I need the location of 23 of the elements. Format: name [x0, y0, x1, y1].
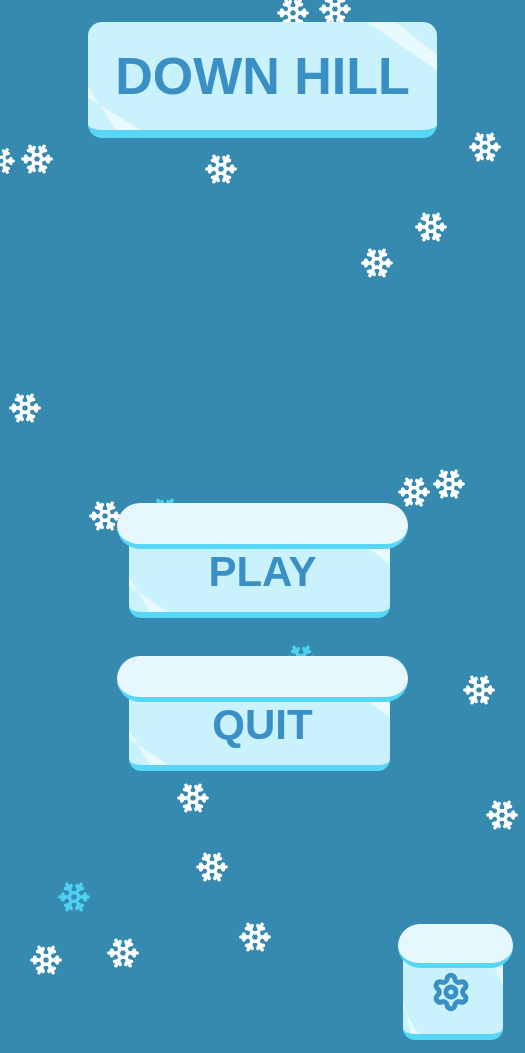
glare-streak [129, 577, 169, 612]
snowflake-icon [195, 850, 229, 884]
snowflake-icon [432, 467, 466, 501]
snowflake-icon [57, 880, 91, 914]
snowflake-icon [20, 142, 54, 176]
snowflake-icon [360, 246, 394, 280]
snowflake-icon [397, 475, 431, 509]
settings-button[interactable] [398, 924, 513, 1040]
snowflake-icon [29, 943, 63, 977]
snowflake-icon [238, 920, 272, 954]
glare-streak [403, 998, 418, 1034]
snowflake-icon [414, 210, 448, 244]
snowflake-icon [176, 781, 210, 815]
snowflake-icon [8, 391, 42, 425]
snowflake-icon [88, 499, 122, 533]
snowflake-icon [204, 152, 238, 186]
snowflake-icon [462, 673, 496, 707]
settings-icon [431, 972, 471, 1012]
game-title: DOWN HILL [115, 50, 410, 102]
snowflake-icon [468, 130, 502, 164]
snowflake-icon [106, 936, 140, 970]
snowflake-icon [485, 798, 519, 832]
glare-streak [129, 730, 169, 765]
